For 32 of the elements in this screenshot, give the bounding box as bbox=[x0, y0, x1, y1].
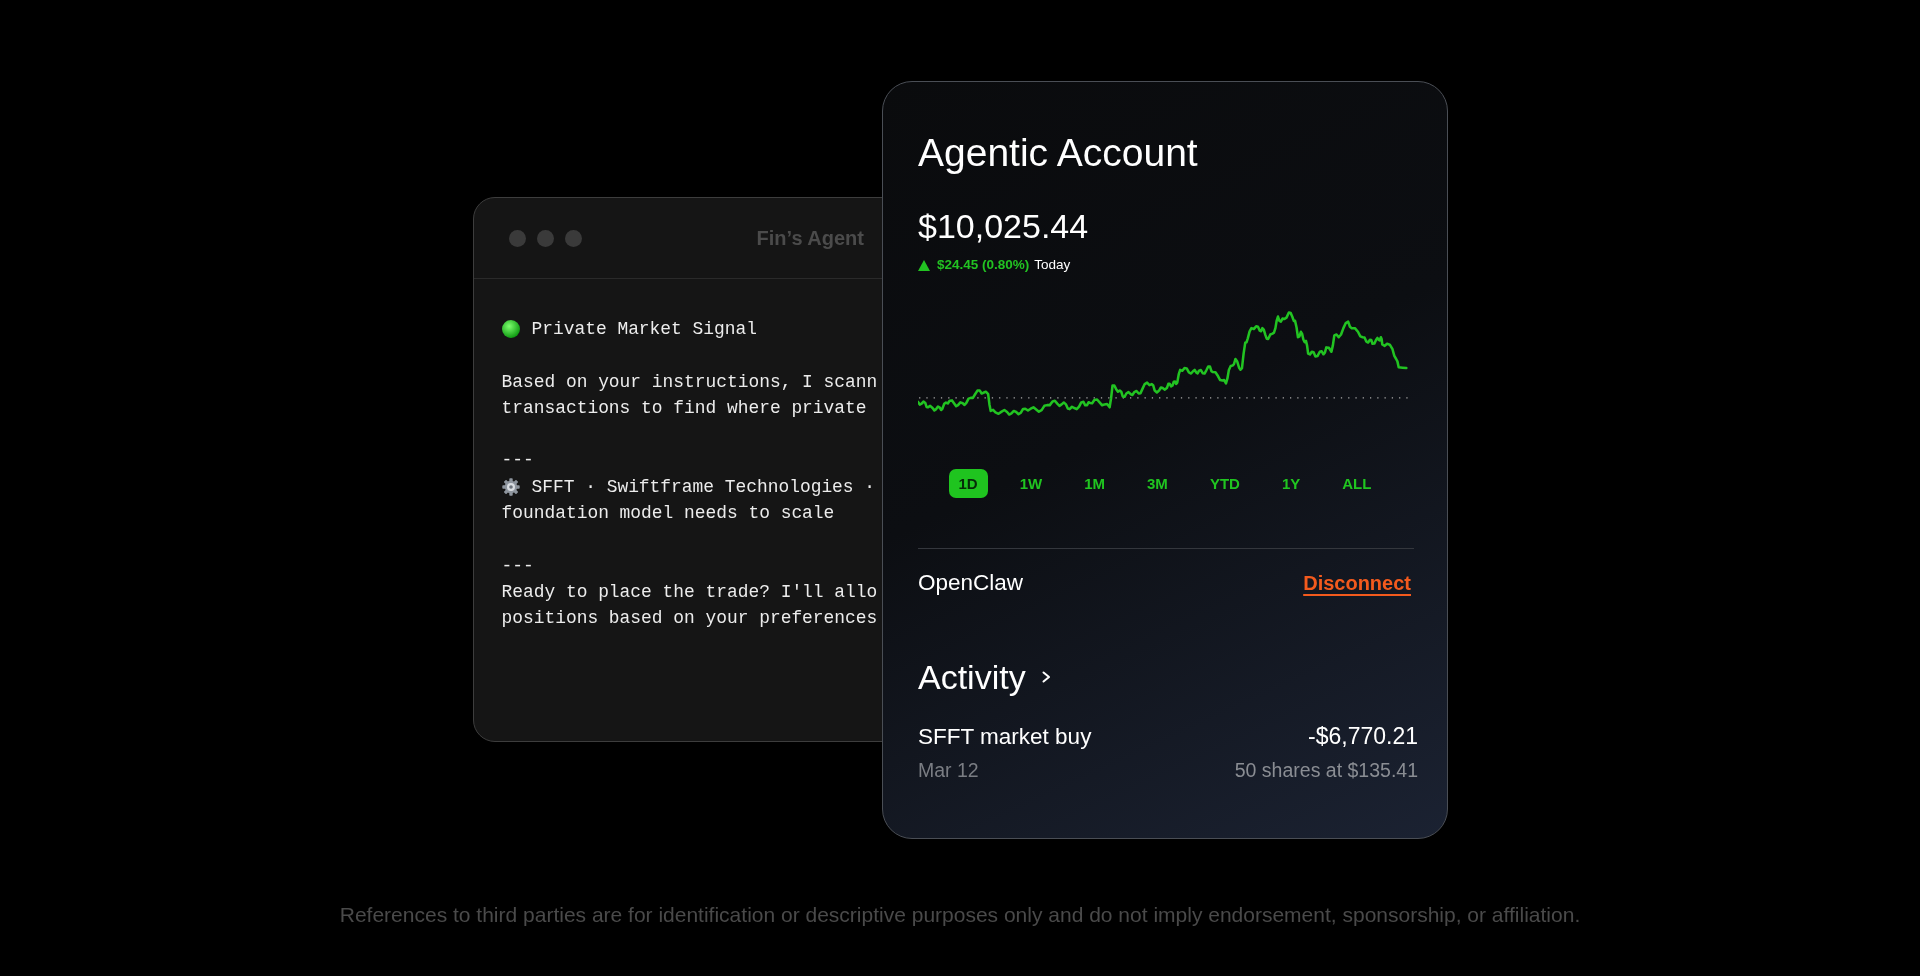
range-tab[interactable]: YTD bbox=[1199, 469, 1250, 498]
activity-link[interactable]: Activity bbox=[918, 657, 1051, 697]
transaction-title: SFFT market buy bbox=[918, 723, 1092, 751]
disclaimer-text: References to third parties are for identification or descriptive purposes only and do not imply endorsement, sponsorship, or affiliation. bbox=[339, 904, 1581, 926]
separator-text: --- bbox=[501, 449, 534, 473]
message-text: Based on your instructions, I scann transactions to find where private bbox=[501, 371, 878, 418]
separator-text: --- bbox=[501, 554, 534, 578]
connection-name: OpenClaw bbox=[918, 569, 1024, 597]
range-tab[interactable]: 1D bbox=[948, 469, 988, 498]
change-period: Today bbox=[1034, 256, 1071, 274]
company-text: foundation model needs to scale bbox=[501, 502, 835, 526]
range-tab[interactable]: 1M bbox=[1074, 469, 1116, 498]
signal-title: Private Market Signal bbox=[531, 318, 757, 341]
disconnect-link[interactable]: Disconnect bbox=[1303, 570, 1411, 596]
status-dot-icon bbox=[501, 320, 520, 339]
gear-icon bbox=[501, 477, 520, 496]
range-tab[interactable]: 3M bbox=[1137, 469, 1178, 498]
window-control-icon[interactable] bbox=[565, 229, 582, 247]
transaction-date: Mar 12 bbox=[918, 758, 979, 782]
balance-amount: $10,025.44 bbox=[918, 206, 1090, 246]
window-control-icon[interactable] bbox=[509, 229, 526, 247]
range-tab[interactable]: 1W bbox=[1009, 469, 1053, 498]
chevron-right-icon bbox=[1041, 671, 1051, 683]
transaction-detail: 50 shares at $135.41 bbox=[1234, 758, 1418, 782]
range-tab[interactable]: 1Y bbox=[1271, 469, 1311, 498]
window-control-icon[interactable] bbox=[537, 229, 554, 247]
message-text: Ready to place the trade? I'll allo positions based on your preferences bbox=[501, 581, 878, 629]
change-amount: $24.45 (0.80%) bbox=[937, 256, 1030, 274]
company-text: SFFT · Swiftframe Technologies · bbox=[531, 475, 876, 499]
transaction-amount: -$6,770.21 bbox=[1308, 722, 1418, 750]
range-tab[interactable]: ALL bbox=[1332, 469, 1382, 498]
account-title: Agentic Account bbox=[918, 130, 1199, 176]
